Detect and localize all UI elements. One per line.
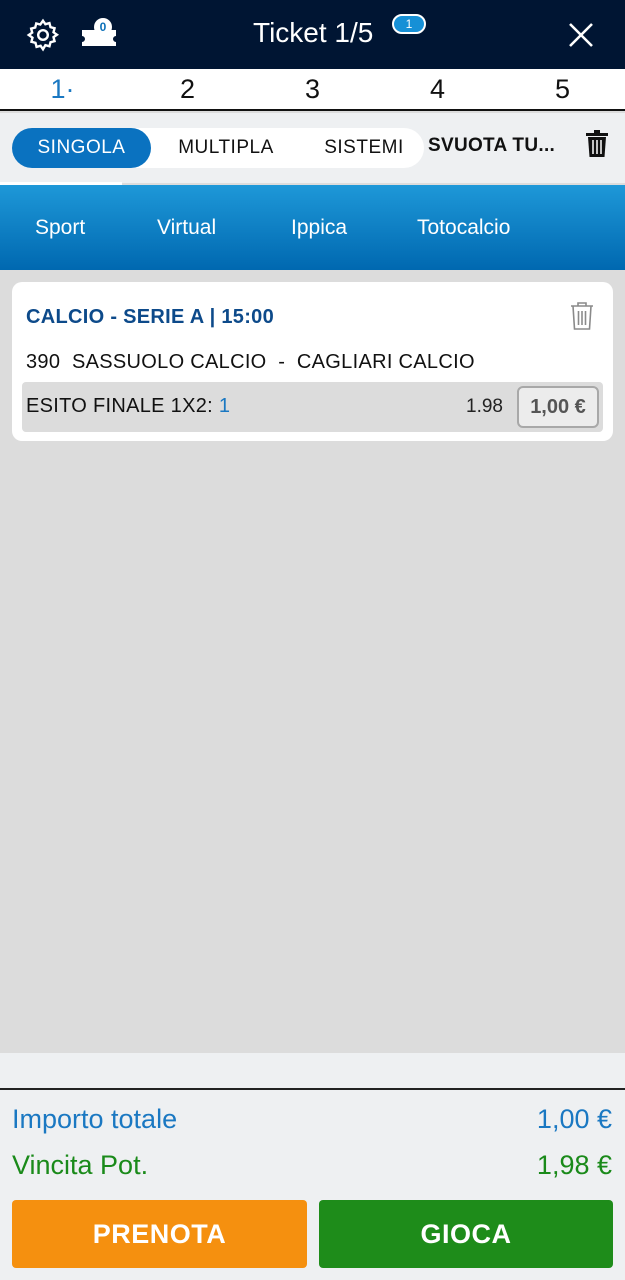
gioca-button[interactable]: GIOCA (319, 1200, 613, 1268)
close-icon[interactable] (566, 20, 596, 50)
clear-all-button[interactable]: SVUOTA TU... (428, 135, 555, 157)
ticket-tab-4[interactable]: 4 (375, 69, 500, 109)
bet-card: CALCIO - SERIE A | 15:00 390 SASSUOLO CA… (12, 282, 613, 441)
pick-label: 1 (218, 395, 231, 417)
potential-win-label: Vincita Pot. (12, 1150, 149, 1180)
stake-input[interactable]: 1,00 € (517, 386, 599, 428)
ticket-tabs: 1· 2 3 4 5 (0, 69, 625, 111)
league-label: CALCIO - SERIE A | 15:00 (26, 306, 275, 328)
ticket-tab-2[interactable]: 2 (125, 69, 250, 109)
footer-summary: Importo totale 1,00 € Vincita Pot. 1,98 … (0, 1088, 625, 1280)
category-tabs: Sport Virtual Ippica Totocalcio (0, 185, 625, 270)
total-amount-label: Importo totale (12, 1104, 178, 1134)
odd-value: 1.98 (466, 396, 503, 417)
ticket-tab-3[interactable]: 3 (250, 69, 375, 109)
page-title: Ticket 1/5 (253, 17, 374, 48)
remove-bet-trash-icon[interactable] (570, 301, 594, 331)
selection-row: ESITO FINALE 1X2: 1 1.98 1,00 € (22, 382, 603, 432)
mode-singola[interactable]: SINGOLA (12, 128, 151, 168)
category-virtual[interactable]: Virtual (157, 215, 216, 241)
prenota-button[interactable]: PRENOTA (12, 1200, 307, 1268)
ticket-count-badge: 0 (94, 18, 112, 36)
gear-icon[interactable] (25, 17, 61, 53)
market-name: ESITO FINALE 1X2: (26, 395, 219, 417)
potential-win-value: 1,98 € (536, 1150, 612, 1180)
trash-icon[interactable] (586, 130, 608, 158)
bet-mode-switch: SINGOLA MULTIPLA SISTEMI (12, 128, 424, 168)
category-totocalcio[interactable]: Totocalcio (417, 215, 510, 241)
ticket-count-icon[interactable]: 0 (80, 18, 118, 48)
mode-multipla[interactable]: MULTIPLA (160, 128, 292, 168)
category-sport[interactable]: Sport (35, 215, 85, 241)
market-label: ESITO FINALE 1X2: 1 (26, 395, 230, 418)
ticket-tab-5[interactable]: 5 (500, 69, 625, 109)
footer-spacer (0, 1053, 625, 1088)
top-bar: 0 Ticket 1/5 1 (0, 0, 625, 69)
title-badge: 1 (392, 14, 426, 34)
category-ippica[interactable]: Ippica (291, 215, 347, 241)
ticket-tab-1[interactable]: 1· (0, 69, 125, 109)
mode-sistemi[interactable]: SISTEMI (308, 128, 420, 168)
total-amount-value: 1,00 € (536, 1104, 612, 1134)
match-label: 390 SASSUOLO CALCIO - CAGLIARI CALCIO (26, 351, 475, 373)
